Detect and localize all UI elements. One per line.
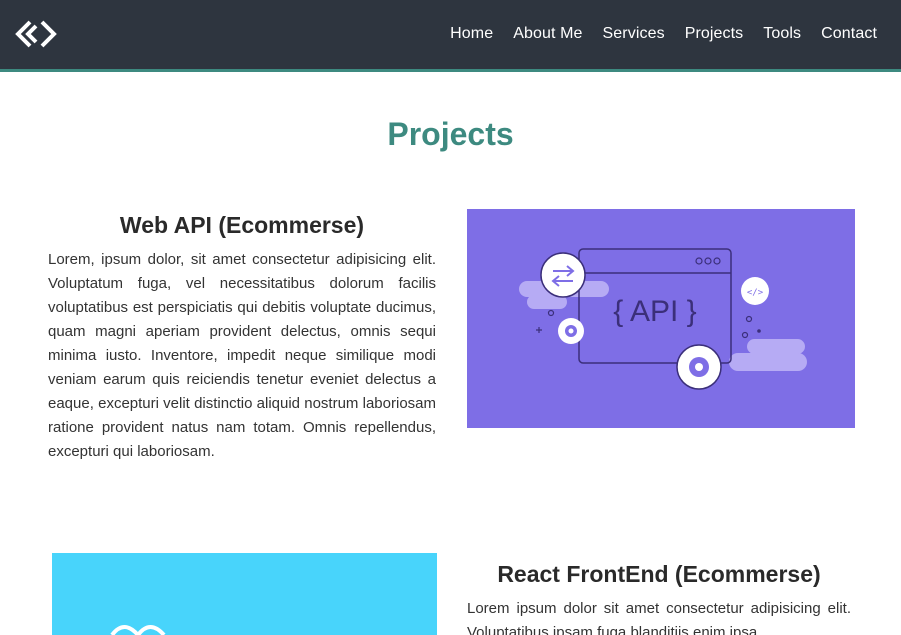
navbar: Home About Me Services Projects Tools Co…	[0, 0, 901, 72]
project-title: React FrontEnd (Ecommerse)	[497, 561, 821, 587]
nav-links: Home About Me Services Projects Tools Co…	[450, 24, 877, 44]
project-description: Lorem ipsum dolor sit amet consectetur a…	[467, 600, 851, 635]
project-description: Lorem, ipsum dolor, sit amet consectetur…	[48, 251, 436, 460]
api-illustration-icon: { API } </>	[519, 248, 807, 390]
nav-link-contact[interactable]: Contact	[821, 24, 877, 44]
api-illustration-image: { API } </>	[467, 209, 855, 428]
diamond-code-logo-icon[interactable]	[14, 16, 58, 52]
page-title: Projects	[387, 116, 514, 152]
nav-link-about-me[interactable]: About Me	[513, 24, 582, 44]
nav-link-home[interactable]: Home	[450, 24, 493, 44]
react-illustration-icon	[110, 625, 166, 635]
svg-text:</>: </>	[747, 288, 764, 298]
nav-link-services[interactable]: Services	[603, 24, 665, 44]
api-label: { API }	[613, 295, 696, 328]
project-title: Web API (Ecommerse)	[119, 212, 365, 238]
nav-link-tools[interactable]: Tools	[763, 24, 801, 44]
react-illustration-image	[52, 553, 437, 635]
nav-link-projects[interactable]: Projects	[685, 24, 744, 44]
